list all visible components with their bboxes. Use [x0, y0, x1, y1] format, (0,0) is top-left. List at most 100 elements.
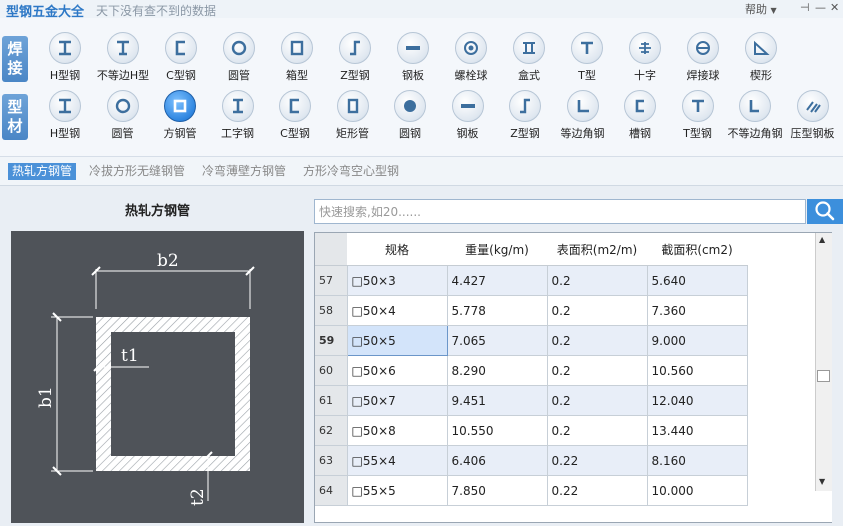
cell-spec[interactable]: □50×4 [347, 295, 448, 326]
ribbon-tool-group2-10[interactable]: 槽钢 [611, 88, 669, 148]
search-button[interactable] [807, 199, 843, 224]
ribbon-tool-group1-5[interactable]: Z型钢 [326, 30, 384, 90]
cell-surface[interactable]: 0.22 [547, 445, 648, 476]
ribbon-tool-group2-5[interactable]: 矩形管 [324, 88, 382, 148]
table-row[interactable]: 61 □50×7 9.451 0.2 12.040 [315, 385, 748, 416]
cell-weight[interactable]: 6.406 [447, 445, 548, 476]
cell-weight[interactable]: 9.451 [447, 385, 548, 416]
help-menu[interactable]: 帮助 ▼ [745, 1, 777, 17]
header-spec[interactable]: 规格 [347, 233, 447, 266]
search-input[interactable] [314, 199, 806, 224]
table-row[interactable]: 62 □50×8 10.550 0.2 13.440 [315, 415, 748, 446]
cell-surface[interactable]: 0.22 [547, 475, 648, 506]
ribbon-tool-group1-3[interactable]: 圆管 [210, 30, 268, 90]
ribbon-tool-group2-3[interactable]: 工字钢 [209, 88, 267, 148]
ribbon-tool-group2-6[interactable]: 圆钢 [381, 88, 439, 148]
cell-weight[interactable]: 5.778 [447, 295, 548, 326]
wedge-icon [745, 32, 777, 64]
header-area[interactable]: 截面积(cm2) [647, 233, 747, 266]
cell-surface[interactable]: 0.2 [547, 295, 648, 326]
ribbon-tool-group2-1[interactable]: 圆管 [94, 88, 152, 148]
cell-area[interactable]: 10.000 [647, 475, 748, 506]
ribbon-tool-group2-0[interactable]: H型钢 [36, 88, 94, 148]
ribbon-tool-group2-2[interactable]: 方钢管 [151, 88, 209, 148]
header-surface[interactable]: 表面积(m2/m) [547, 233, 647, 266]
scroll-up-icon[interactable]: ▲ [819, 235, 825, 244]
i-beam-icon [221, 90, 254, 122]
cell-area[interactable]: 8.160 [647, 445, 748, 476]
subtab-cold-formed-hollow[interactable]: 方形冷弯空心型钢 [299, 163, 403, 180]
cell-area[interactable]: 5.640 [647, 265, 748, 296]
help-label: 帮助 [745, 3, 767, 16]
ribbon-tool-group1-11[interactable]: 焊接球 [674, 30, 732, 90]
round-bar-icon [394, 90, 426, 122]
cell-spec[interactable]: □50×5 [346, 325, 448, 356]
cell-surface[interactable]: 0.2 [547, 355, 648, 386]
ribbon-tool-group1-9[interactable]: T型 [558, 30, 616, 90]
cell-weight[interactable]: 10.550 [447, 415, 548, 446]
subtab-cold-formed-thin[interactable]: 冷弯薄壁方钢管 [198, 163, 290, 180]
cell-spec[interactable]: □50×6 [347, 355, 448, 386]
table-row[interactable]: 58 □50×4 5.778 0.2 7.360 [315, 295, 748, 326]
cell-weight[interactable]: 7.065 [447, 325, 548, 356]
cell-spec[interactable]: □50×7 [347, 385, 448, 416]
round-pipe-icon [106, 90, 139, 122]
cell-weight[interactable]: 4.427 [447, 265, 548, 296]
cell-weight[interactable]: 8.290 [447, 355, 548, 386]
ribbon-tool-group2-13[interactable]: 压型钢板 [784, 88, 842, 148]
cell-idx: 57 [315, 265, 348, 296]
cell-surface[interactable]: 0.2 [547, 385, 648, 416]
steel-plate-icon [451, 90, 484, 122]
ribbon-tool-group2-4[interactable]: C型钢 [266, 88, 324, 148]
ribbon-tool-group1-4[interactable]: 箱型 [268, 30, 326, 90]
ribbon-tool-group2-9[interactable]: 等边角钢 [554, 88, 612, 148]
subtab-cold-drawn-seamless[interactable]: 冷拔方形无缝钢管 [85, 163, 189, 180]
ribbon-tool-label: 圆管 [111, 127, 134, 140]
t-section-icon [681, 90, 714, 122]
table-row[interactable]: 63 □55×4 6.406 0.22 8.160 [315, 445, 748, 476]
ribbon-tool-group1-6[interactable]: 钢板 [384, 30, 442, 90]
pin-icon[interactable]: ⊣ [800, 1, 810, 14]
ribbon-tool-group2-11[interactable]: T型钢 [669, 88, 727, 148]
title-bar: 型钢五金大全 天下没有查不到的数据 帮助 ▼ ⊣ — ✕ [0, 0, 843, 20]
cell-surface[interactable]: 0.2 [547, 415, 648, 446]
cell-area[interactable]: 12.040 [647, 385, 748, 416]
ribbon-tool-group2-8[interactable]: Z型钢 [496, 88, 554, 148]
cell-spec[interactable]: □55×5 [347, 475, 448, 506]
channel-icon [624, 90, 656, 122]
ribbon-tool-group2-12[interactable]: 不等边角钢 [726, 88, 784, 148]
subtab-hot-rolled[interactable]: 热轧方钢管 [8, 163, 77, 180]
scroll-thumb[interactable] [817, 370, 830, 382]
ribbon-tool-group1-7[interactable]: 螺栓球 [442, 30, 500, 90]
table-scrollbar[interactable]: ▲ ▼ [815, 233, 832, 491]
cell-area[interactable]: 10.560 [647, 355, 748, 386]
ribbon-tool-group1-0[interactable]: H型钢 [36, 30, 94, 90]
minimize-button[interactable]: — [815, 1, 826, 14]
close-button[interactable]: ✕ [830, 1, 839, 14]
dim-label-b1: b1 [36, 386, 56, 408]
header-weight[interactable]: 重量(kg/m) [447, 233, 547, 266]
ribbon-tool-label: H型钢 [49, 69, 81, 82]
ribbon-tool-group1-8[interactable]: 盒式 [500, 30, 558, 90]
table-row[interactable]: 60 □50×6 8.290 0.2 10.560 [315, 355, 748, 386]
scroll-down-icon[interactable]: ▼ [819, 477, 825, 486]
ribbon-tool-group1-10[interactable]: 十字 [616, 30, 674, 90]
ribbon-tool-group1-2[interactable]: C型钢 [152, 30, 210, 90]
ribbon-tool-label: 楔形 [750, 69, 772, 82]
ribbon-tool-group2-7[interactable]: 钢板 [439, 88, 497, 148]
ribbon-tool-group1-12[interactable]: 楔形 [732, 30, 790, 90]
cell-area[interactable]: 7.360 [647, 295, 748, 326]
table-row[interactable]: 64 □55×5 7.850 0.22 10.000 [315, 475, 748, 506]
cell-spec[interactable]: □55×4 [347, 445, 448, 476]
cell-weight[interactable]: 7.850 [447, 475, 548, 506]
table-row[interactable]: 59 □50×5 7.065 0.2 9.000 [315, 325, 748, 356]
cell-area[interactable]: 9.000 [647, 325, 748, 356]
cell-spec[interactable]: □50×3 [347, 265, 448, 296]
ribbon-tool-group1-1[interactable]: 不等边H型 [94, 30, 152, 90]
cell-spec[interactable]: □50×8 [347, 415, 448, 446]
cell-surface[interactable]: 0.2 [547, 265, 648, 296]
table-row[interactable]: 57 □50×3 4.427 0.2 5.640 [315, 265, 748, 296]
square-tube-icon [164, 90, 196, 122]
cell-area[interactable]: 13.440 [647, 415, 748, 446]
cell-surface[interactable]: 0.2 [547, 325, 648, 356]
